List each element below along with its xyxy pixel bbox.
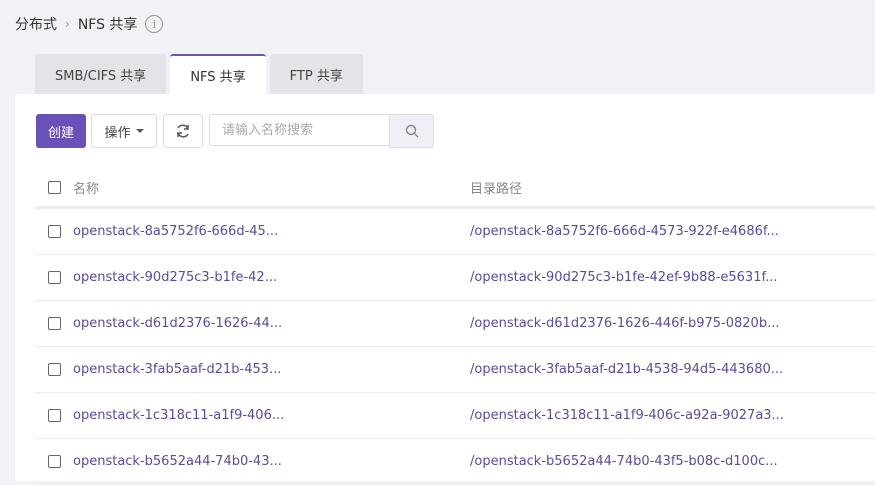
- row-checkbox[interactable]: [47, 317, 61, 330]
- breadcrumb-parent[interactable]: 分布式: [15, 14, 57, 34]
- share-name-link[interactable]: openstack-b5652a44-74b0-43...: [73, 454, 282, 469]
- table-row: openstack-8a5752f6-666d-45... /openstack…: [35, 209, 875, 255]
- share-name-link[interactable]: openstack-8a5752f6-666d-45...: [73, 224, 278, 239]
- share-name-link[interactable]: openstack-90d275c3-b1fe-42...: [73, 270, 277, 285]
- table-row: openstack-3fab5aaf-d21b-453... /openstac…: [35, 347, 875, 393]
- search-button[interactable]: [389, 114, 435, 148]
- row-checkbox[interactable]: [47, 225, 61, 238]
- share-path-link[interactable]: /openstack-3fab5aaf-d21b-4538-94d5-44368…: [470, 362, 783, 377]
- column-header-name: 名称: [73, 181, 100, 197]
- row-checkbox[interactable]: [47, 363, 61, 376]
- search-icon: [405, 124, 419, 138]
- caret-down-icon: [135, 129, 144, 133]
- tab-nfs[interactable]: NFS 共享: [170, 54, 266, 95]
- tab-ftp[interactable]: FTP 共享: [269, 54, 363, 94]
- column-header-path: 目录路径: [470, 181, 523, 197]
- chevron-right-icon: ›: [65, 17, 70, 31]
- tab-smb-cifs[interactable]: SMB/CIFS 共享: [35, 54, 167, 94]
- table-row: openstack-1c318c11-a1f9-406... /openstac…: [35, 393, 875, 439]
- table-row: openstack-b5652a44-74b0-43... /openstack…: [35, 439, 875, 485]
- row-checkbox[interactable]: [47, 409, 61, 422]
- shares-table: 名称 目录路径 openstack-8a5752f6-666d-45... /o…: [35, 168, 875, 485]
- search-input[interactable]: [209, 114, 390, 146]
- share-path-link[interactable]: /openstack-90d275c3-b1fe-42ef-9b88-e5631…: [470, 270, 778, 285]
- table-row: openstack-d61d2376-1626-44... /openstack…: [35, 301, 875, 347]
- share-path-link[interactable]: /openstack-b5652a44-74b0-43f5-b08c-d100c…: [470, 454, 778, 469]
- content-panel: 创建 操作 名称 目录路径: [15, 94, 875, 485]
- share-tabs: SMB/CIFS 共享 NFS 共享 FTP 共享: [35, 54, 363, 95]
- breadcrumb: 分布式 › NFS 共享 i: [15, 13, 164, 35]
- row-checkbox[interactable]: [47, 271, 61, 284]
- table-header: 名称 目录路径: [35, 168, 875, 209]
- search-box: [209, 114, 435, 148]
- share-path-link[interactable]: /openstack-8a5752f6-666d-4573-922f-e4686…: [470, 224, 779, 239]
- toolbar: 创建 操作: [36, 114, 435, 148]
- select-all-checkbox[interactable]: [47, 180, 61, 194]
- share-name-link[interactable]: openstack-1c318c11-a1f9-406...: [73, 408, 284, 423]
- table-row: openstack-90d275c3-b1fe-42... /openstack…: [35, 255, 875, 301]
- share-path-link[interactable]: /openstack-1c318c11-a1f9-406c-a92a-9027a…: [470, 408, 784, 423]
- refresh-button[interactable]: [163, 114, 204, 148]
- share-path-link[interactable]: /openstack-d61d2376-1626-446f-b975-0820b…: [470, 316, 779, 331]
- actions-label: 操作: [104, 125, 131, 141]
- actions-dropdown-button[interactable]: 操作: [91, 114, 158, 148]
- refresh-icon: [177, 124, 189, 138]
- breadcrumb-current: NFS 共享: [77, 17, 138, 33]
- share-name-link[interactable]: openstack-d61d2376-1626-44...: [73, 316, 282, 331]
- create-button[interactable]: 创建: [36, 114, 87, 148]
- share-name-link[interactable]: openstack-3fab5aaf-d21b-453...: [73, 362, 281, 377]
- row-checkbox[interactable]: [47, 455, 61, 468]
- info-icon[interactable]: i: [145, 15, 164, 33]
